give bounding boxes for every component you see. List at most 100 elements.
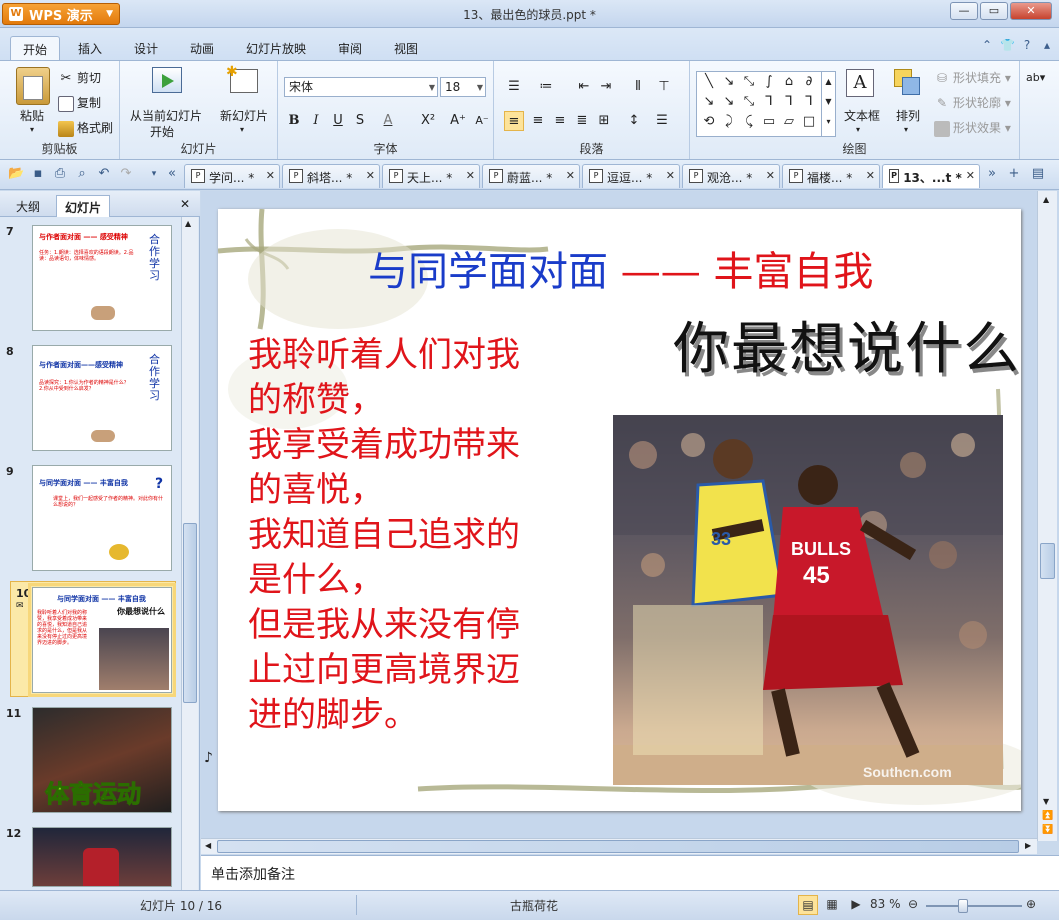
bullets-button[interactable]: ☰ [504, 77, 524, 97]
next-slide-icon[interactable]: ⏬ [1042, 825, 1053, 835]
customize-quickbar-icon[interactable]: ▾ [146, 166, 162, 182]
slide-canvas[interactable]: 与同学面对面 —— 丰富自我 你最想说什么 我聆听着人们对我 的称赞， 我享受着… [218, 209, 1021, 811]
scrollbar-thumb[interactable] [1040, 543, 1055, 579]
tab-slides[interactable]: 幻灯片 [56, 195, 111, 217]
open-folder-icon[interactable]: 📂 [8, 166, 24, 182]
close-tab-icon[interactable]: ✕ [866, 169, 875, 182]
notes-pane[interactable]: 单击添加备注 [201, 855, 1059, 890]
slide-thumbnail[interactable]: 与作者面对面 —— 感受精神 任务：1.朗读：选择喜欢的语段朗读。2.品读：品读… [32, 225, 172, 331]
align-left-button[interactable]: ≡ [504, 111, 524, 131]
doc-tab-active[interactable]: P 13、...t * ✕ [882, 164, 980, 188]
cut-button[interactable]: ✂ 剪切 [58, 69, 101, 87]
chevron-down-icon[interactable]: ▾ [30, 125, 34, 134]
close-pane-icon[interactable]: ✕ [180, 197, 190, 211]
font-color-button[interactable]: A [378, 111, 398, 131]
maximize-button[interactable]: ▭ [980, 2, 1008, 20]
line-spacing-button[interactable]: ↕ [624, 111, 644, 131]
superscript-button[interactable]: X² [418, 111, 438, 131]
doc-tab[interactable]: P 学问... * ✕ [184, 164, 280, 188]
tab-home[interactable]: 开始 [10, 36, 61, 60]
shape-gallery[interactable]: ╲ ↘ ⤡ ∫ ⌂ ∂ ↘ ↘ ⤡ ⅂ ⅂ ⅂ ⟲ ⤸ ⤹ ▭ ▱ □ ▲ ▼ ▾ [696, 71, 836, 137]
font-family-select[interactable]: 宋体 ▼ [284, 77, 438, 97]
decrease-indent-button[interactable]: ⇤ [574, 77, 594, 97]
chevron-down-icon[interactable]: ▾ [240, 125, 244, 134]
shrink-font-button[interactable]: A⁻ [472, 111, 492, 131]
skin-icon[interactable]: 👕 [1000, 38, 1015, 52]
new-tab-icon[interactable]: + [1006, 166, 1022, 182]
close-tab-icon[interactable]: ✕ [766, 169, 775, 182]
new-slide-button[interactable]: 新幻灯片 [220, 107, 268, 124]
align-right-button[interactable]: ≡ [550, 111, 570, 131]
shadow-button[interactable]: S [350, 111, 370, 131]
scroll-up-icon[interactable]: ▲ [1043, 195, 1049, 204]
tab-list-icon[interactable]: ▤ [1030, 166, 1046, 182]
italic-button[interactable]: I [306, 111, 326, 131]
tab-animation[interactable]: 动画 [178, 36, 226, 60]
zoom-slider-handle[interactable] [958, 899, 968, 913]
increase-indent-button[interactable]: ⇥ [596, 77, 616, 97]
scrollbar-thumb[interactable] [183, 523, 197, 703]
tab-slideshow[interactable]: 幻灯片放映 [234, 36, 318, 60]
scroll-up-icon[interactable]: ▲ [185, 219, 191, 228]
shape-fill-button[interactable]: ⛁ 形状填充 ▾ [934, 69, 1011, 87]
thumbnail-scrollbar[interactable]: ▲ [181, 217, 198, 890]
underline-button[interactable]: U [328, 111, 348, 131]
slide-subtitle-wordart[interactable]: 你最想说什么 [673, 304, 1021, 385]
copy-button[interactable]: 复制 [58, 94, 101, 112]
doc-tab[interactable]: P 蔚蓝... * ✕ [482, 164, 580, 188]
slide-thumbnail-selected[interactable]: 与同学面对面 —— 丰富自我 你最想说什么 我聆听着人们对我的称赞，我享受着成功… [28, 583, 176, 697]
scroll-right-icon[interactable]: ▶ [1025, 841, 1031, 850]
doc-tab[interactable]: P 福楼... * ✕ [782, 164, 880, 188]
slide-title[interactable]: 与同学面对面 —— 丰富自我 [368, 239, 873, 297]
slide-thumbnail[interactable]: 体育运动 [32, 707, 172, 813]
font-size-select[interactable]: 18 ▼ [440, 77, 486, 97]
bold-button[interactable]: B [284, 111, 304, 131]
zoom-slider[interactable] [926, 905, 1022, 907]
align-text-button[interactable]: ⊤ [654, 77, 674, 97]
close-tab-icon[interactable]: ✕ [966, 169, 975, 182]
arrange-button[interactable]: 排列 [896, 107, 920, 124]
numbering-button[interactable]: ≔ [536, 77, 556, 97]
from-current-slide-button[interactable]: 从当前幻灯片 [130, 107, 202, 124]
close-button[interactable]: ✕ [1010, 2, 1052, 20]
slideshow-button[interactable]: ▶ [846, 895, 866, 915]
tab-outline[interactable]: 大纲 [8, 195, 48, 217]
shape-effect-button[interactable]: 形状效果 ▾ [934, 119, 1011, 137]
print-preview-icon[interactable]: ⌕ [74, 166, 90, 182]
doc-tab[interactable]: P 天上... * ✕ [382, 164, 480, 188]
horizontal-scrollbar[interactable]: ◀ ▶ [201, 838, 1037, 854]
collapse-ribbon-icon[interactable]: ▴ [1040, 38, 1054, 52]
justify-button[interactable]: ≣ [572, 111, 592, 131]
basketball-photo[interactable]: BULLS 45 33 Southcn.com [613, 415, 1003, 785]
shape-outline-button[interactable]: ✎ 形状轮廓 ▾ [934, 94, 1011, 112]
format-painter-button[interactable]: 格式刷 [58, 119, 113, 137]
slide-thumbnail[interactable] [32, 827, 172, 887]
normal-view-button[interactable]: ▤ [798, 895, 818, 915]
doc-tab[interactable]: P 逗逗... * ✕ [582, 164, 680, 188]
scroll-tabs-left-icon[interactable]: « [164, 166, 180, 182]
chevron-down-icon[interactable]: ▾ [856, 125, 860, 134]
scroll-down-icon[interactable]: ▼ [1043, 797, 1049, 806]
chevron-down-icon[interactable]: ▾ [904, 125, 908, 134]
paste-button[interactable]: 粘贴 [20, 107, 44, 124]
grow-font-button[interactable]: A⁺ [448, 111, 468, 131]
align-center-button[interactable]: ≡ [528, 111, 548, 131]
tab-design[interactable]: 设计 [122, 36, 170, 60]
close-tab-icon[interactable]: ✕ [266, 169, 275, 182]
close-tab-icon[interactable]: ✕ [666, 169, 675, 182]
doc-tab[interactable]: P 观沧... * ✕ [682, 164, 780, 188]
save-icon[interactable]: ▪ [30, 166, 46, 182]
gallery-scroll[interactable]: ▲ ▼ ▾ [821, 72, 835, 136]
options-icon[interactable]: ⌃ [980, 38, 994, 52]
tab-insert[interactable]: 插入 [66, 36, 114, 60]
slide-thumbnail[interactable]: 与作者面对面——感受精神 品读探究：1.你认为作者的精神是什么？ 2.你从中受到… [32, 345, 172, 451]
scrollbar-thumb[interactable] [217, 840, 1019, 853]
scroll-left-icon[interactable]: ◀ [205, 841, 211, 850]
textbox-button[interactable]: 文本框 [844, 107, 880, 124]
tab-view[interactable]: 视图 [382, 36, 430, 60]
slide-body-text[interactable]: 我聆听着人们对我 的称赞， 我享受着成功带来 的喜悦， 我知道自己追求的 是什么… [248, 333, 588, 738]
zoom-in-button[interactable]: ⊕ [1026, 897, 1036, 911]
slide-thumbnail[interactable]: 与同学面对面 —— 丰富自我 ? 课堂上，我们一起感受了作者的精神。对此你有什么… [32, 465, 172, 571]
minimize-button[interactable]: — [950, 2, 978, 20]
undo-icon[interactable]: ↶ [96, 166, 112, 182]
